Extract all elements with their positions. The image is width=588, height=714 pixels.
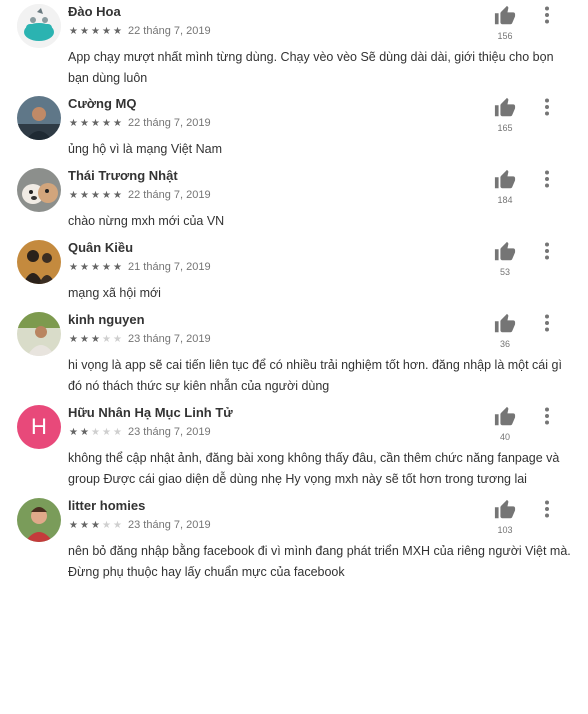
more-vert-icon[interactable] <box>540 5 554 25</box>
star-icon: ★ <box>102 117 111 129</box>
star-icon: ★ <box>113 261 122 273</box>
star-rating: ★ ★ ★ ★ ★ <box>68 190 123 201</box>
star-icon: ★ <box>102 261 111 273</box>
review-date: 22 tháng 7, 2019 <box>128 117 211 129</box>
review-meta: ★ ★ ★ ★ ★ 22 tháng 7, 2019 <box>68 117 211 129</box>
star-icon: ★ <box>80 117 89 129</box>
star-icon: ★ <box>91 333 100 345</box>
star-icon: ★ <box>113 25 122 37</box>
teal-cartoon-avatar[interactable] <box>17 4 61 48</box>
star-icon: ★ <box>113 519 122 531</box>
star-icon: ★ <box>91 519 100 531</box>
review-date: 21 tháng 7, 2019 <box>128 261 211 273</box>
reviewer-name[interactable]: Cường MQ <box>68 96 136 111</box>
star-rating: ★ ★ ★ ★ ★ <box>68 118 123 129</box>
review-meta: ★ ★ ★ ★ ★ 22 tháng 7, 2019 <box>68 189 211 201</box>
star-icon: ★ <box>69 189 78 201</box>
letter-avatar[interactable]: H <box>17 405 61 449</box>
star-icon: ★ <box>80 189 89 201</box>
star-icon: ★ <box>102 426 111 438</box>
thumbs-up-icon[interactable] <box>494 5 516 27</box>
review-date: 22 tháng 7, 2019 <box>128 189 211 201</box>
more-vert-icon[interactable] <box>540 499 554 519</box>
like-count: 36 <box>499 339 510 349</box>
like-count: 103 <box>497 525 513 535</box>
review-text: chào nừng mxh mới của VN <box>68 214 225 228</box>
review-date: 23 tháng 7, 2019 <box>128 426 211 438</box>
thumbs-up-icon[interactable] <box>494 406 516 428</box>
more-vert-icon[interactable] <box>540 406 554 426</box>
review-text: ủng hộ vì là mạng Việt Nam <box>68 142 223 156</box>
star-icon: ★ <box>69 261 78 273</box>
like-count: 156 <box>497 31 513 41</box>
dog-photo-avatar[interactable] <box>17 168 61 212</box>
like-count: 165 <box>497 123 513 133</box>
reviewer-name[interactable]: Quân Kiều <box>68 240 133 255</box>
silhouette-avatar[interactable] <box>17 240 61 284</box>
star-rating: ★ ★ ★ ★ ★ <box>68 427 123 438</box>
star-icon: ★ <box>80 519 89 531</box>
star-rating: ★ ★ ★ ★ ★ <box>68 26 123 37</box>
star-icon: ★ <box>69 333 78 345</box>
star-icon: ★ <box>102 333 111 345</box>
review-text: mạng xã hội mới <box>68 286 161 300</box>
review-text: không thể cập nhật ảnh, đăng bài xong kh… <box>68 451 560 486</box>
photo-avatar[interactable] <box>17 312 61 356</box>
star-icon: ★ <box>102 189 111 201</box>
thumbs-up-icon[interactable] <box>494 313 516 335</box>
star-icon: ★ <box>113 333 122 345</box>
like-count: 40 <box>499 432 510 442</box>
star-icon: ★ <box>113 117 122 129</box>
star-rating: ★ ★ ★ ★ ★ <box>68 520 123 531</box>
star-icon: ★ <box>69 117 78 129</box>
star-icon: ★ <box>91 261 100 273</box>
review-date: 23 tháng 7, 2019 <box>128 333 211 345</box>
review-meta: ★ ★ ★ ★ ★ 23 tháng 7, 2019 <box>68 426 211 438</box>
star-rating: ★ ★ ★ ★ ★ <box>68 334 123 345</box>
star-icon: ★ <box>91 117 100 129</box>
star-icon: ★ <box>69 519 78 531</box>
thumbs-up-icon[interactable] <box>494 241 516 263</box>
review-meta: ★ ★ ★ ★ ★ 22 tháng 7, 2019 <box>68 25 211 37</box>
more-vert-icon[interactable] <box>540 313 554 333</box>
reviewer-name[interactable]: litter homies <box>68 498 145 513</box>
star-rating: ★ ★ ★ ★ ★ <box>68 262 123 273</box>
child-photo-avatar[interactable] <box>17 498 61 542</box>
review-text: nên bỏ đăng nhập bằng facebook đi vì mìn… <box>68 544 571 579</box>
thumbs-up-icon[interactable] <box>494 97 516 119</box>
star-icon: ★ <box>91 25 100 37</box>
review-meta: ★ ★ ★ ★ ★ 23 tháng 7, 2019 <box>68 519 211 531</box>
like-count: 53 <box>499 267 510 277</box>
more-vert-icon[interactable] <box>540 169 554 189</box>
star-icon: ★ <box>91 426 100 438</box>
star-icon: ★ <box>69 426 78 438</box>
star-icon: ★ <box>113 426 122 438</box>
star-icon: ★ <box>80 261 89 273</box>
star-icon: ★ <box>91 189 100 201</box>
more-vert-icon[interactable] <box>540 241 554 261</box>
reviewer-name[interactable]: kinh nguyen <box>68 312 145 327</box>
star-icon: ★ <box>80 333 89 345</box>
review-meta: ★ ★ ★ ★ ★ 21 tháng 7, 2019 <box>68 261 211 273</box>
review-date: 22 tháng 7, 2019 <box>128 25 211 37</box>
thumbs-up-icon[interactable] <box>494 499 516 521</box>
reviewer-name[interactable]: Thái Trương Nhật <box>68 168 178 183</box>
star-icon: ★ <box>80 426 89 438</box>
star-icon: ★ <box>113 189 122 201</box>
review-text: hi vọng là app sẽ cai tiến liên tục để c… <box>68 358 562 393</box>
more-vert-icon[interactable] <box>540 97 554 117</box>
like-count: 184 <box>497 195 513 205</box>
reviewer-name[interactable]: Đào Hoa <box>68 4 121 19</box>
photo-avatar[interactable] <box>17 96 61 140</box>
star-icon: ★ <box>80 25 89 37</box>
star-icon: ★ <box>102 25 111 37</box>
reviewer-name[interactable]: Hữu Nhân Hạ Mục Linh Tử <box>68 405 233 420</box>
review-meta: ★ ★ ★ ★ ★ 23 tháng 7, 2019 <box>68 333 211 345</box>
review-date: 23 tháng 7, 2019 <box>128 519 211 531</box>
star-icon: ★ <box>69 25 78 37</box>
star-icon: ★ <box>102 519 111 531</box>
review-text: App chạy mượt nhất mình từng dùng. Chạy … <box>68 50 554 85</box>
thumbs-up-icon[interactable] <box>494 169 516 191</box>
